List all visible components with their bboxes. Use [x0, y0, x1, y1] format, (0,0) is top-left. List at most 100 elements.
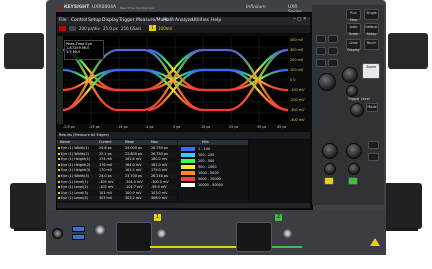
clear-display-button[interactable]: Clear Display	[346, 39, 361, 52]
menu-file[interactable]: File	[59, 18, 67, 23]
power-button-icon[interactable]	[52, 228, 63, 239]
ch1-bnc-icon[interactable]	[156, 228, 167, 239]
table-row[interactable]: Eye (1) Level(4) 303 mV 303.2 mV 306.0 mV	[57, 196, 177, 202]
menu-trigger[interactable]: Trigger	[119, 18, 135, 23]
usb-port-icon[interactable]	[72, 226, 85, 232]
y-axis-labels: 400 mV 300 mV 200 mV 100 mV 0 V -100 mV …	[289, 36, 310, 124]
row-marker-icon	[58, 175, 60, 177]
aux-bnc-connector[interactable]	[94, 224, 106, 236]
ch2-input-connector[interactable]	[236, 222, 272, 252]
ch1-input-connector[interactable]	[116, 222, 152, 252]
panel-button-d[interactable]	[328, 47, 338, 55]
results-header-row: Name Current Mean Max	[57, 140, 177, 145]
results-title[interactable]: Results (Measure All Edges)	[59, 133, 109, 137]
color-grade-header: Hits	[178, 140, 248, 145]
y-label: 100 mV	[290, 68, 304, 72]
panel-button-c[interactable]	[316, 47, 326, 55]
touch-button[interactable]: Touch	[364, 39, 379, 50]
ch2-bnc-icon[interactable]	[282, 228, 293, 239]
table-row[interactable]: Eye (1) Width(2) 25.1 ps 23.800 ps 26.750 p…	[57, 151, 177, 157]
panel-button-f[interactable]	[328, 59, 338, 67]
infiniium-logo: Infiniium	[246, 5, 266, 10]
trigger-level-label: Trigger Level	[348, 97, 370, 101]
color-grade-row: 500 - 1000	[178, 165, 248, 170]
row-marker-icon	[58, 147, 60, 149]
panel-button-b[interactable]	[328, 35, 338, 43]
table-cell: Eye (1) Level(3)	[61, 190, 88, 195]
color-grade-row: 200 - 500	[178, 159, 248, 164]
y-label: -200 mV	[290, 98, 305, 102]
single-button[interactable]: Single	[364, 9, 379, 20]
table-row[interactable]: Eye (1) Level(2) -102 mV -101.7 mV -99.0 mV	[57, 185, 177, 191]
table-cell: 23.800 ps	[125, 151, 142, 156]
left-handle	[4, 33, 44, 69]
toolbar: 200 ps/div 25.0 ps 256 GSa/s 1 100mV	[57, 25, 310, 33]
x-label: 35 ps	[257, 125, 267, 129]
color-swatch	[181, 183, 195, 187]
usb-port-icon[interactable]	[72, 234, 85, 240]
ch2-scale-knob[interactable]	[346, 143, 362, 159]
color-swatch	[181, 153, 195, 157]
default-setup-button[interactable]: Default Setup	[364, 23, 379, 36]
table-cell: -304.0 mV	[125, 179, 143, 184]
color-grade-label: 500 - 1000	[198, 165, 217, 169]
table-cell: Eye (1) Width(2)	[61, 151, 89, 156]
panel-button-e[interactable]	[316, 59, 326, 67]
run-stop-button[interactable]: Run Stop	[346, 9, 361, 22]
stop-indicator-icon[interactable]	[59, 26, 66, 31]
model-number: UXR0804A	[92, 5, 117, 10]
table-cell: 25.1 ps	[99, 151, 112, 156]
menu-utilities[interactable]: Utilities	[192, 18, 209, 23]
timebase-readout[interactable]: 200 ps/div	[79, 26, 100, 31]
table-cell: Eye (1) Width(3)	[61, 174, 89, 178]
zoom-label: Zoom	[366, 65, 376, 69]
eye-measurement-popup[interactable]: Peak-Time Eye 1.87259 MUI 1.7 MUI	[64, 40, 104, 60]
horizontal-position-knob[interactable]	[346, 85, 358, 97]
table-row[interactable]: Eye (1) Width(1) 24.6 ps 24.000 ps 26.750 p…	[57, 146, 177, 151]
status-bar	[57, 203, 310, 208]
ch2-offset-knob[interactable]	[348, 163, 360, 175]
table-row[interactable]: Eye (1) Width(3) 24.0 ps 23.700 ps 26.240 p…	[57, 174, 177, 179]
math-button[interactable]	[368, 141, 379, 149]
channel-1-scale[interactable]: 100mV	[158, 26, 172, 31]
ch2-button[interactable]	[348, 177, 358, 185]
keysight-logo-icon: ▲	[58, 5, 62, 11]
offset-readout[interactable]: 25.0 ps	[103, 26, 118, 31]
table-row[interactable]: Eye (1) Height(3) 170 mV 161.5 mV 179.0 mV	[57, 168, 177, 174]
color-grade-row: 10000 - 50000	[178, 183, 248, 188]
panel-button-a[interactable]	[316, 35, 326, 43]
horizontal-scale-knob[interactable]	[342, 67, 358, 83]
color-swatch	[181, 177, 195, 181]
auto-scale-button[interactable]: Auto Scale	[346, 23, 361, 36]
zoom-button[interactable]: Zoom	[362, 63, 380, 79]
menu-analyze[interactable]: Analyze	[175, 18, 193, 23]
table-cell: Eye (1) Height(3)	[61, 168, 91, 173]
ch1-button[interactable]	[324, 177, 334, 185]
eye-diagram-area[interactable]: Peak-Time Eye 1.87259 MUI 1.7 MUI	[62, 36, 289, 124]
table-cell: 181.0 mV	[151, 162, 168, 167]
ref-button[interactable]	[368, 153, 379, 161]
table-cell: 170 mV	[99, 168, 113, 173]
table-cell: 303 mV	[99, 196, 113, 201]
table-row[interactable]: Eye (1) Level(1) -305 mV -304.0 mV -300.0 m…	[57, 179, 177, 185]
trigger-mode-button[interactable]: Mode	[366, 103, 378, 112]
table-cell: 24.000 ps	[125, 146, 142, 150]
ch1-offset-knob[interactable]	[324, 163, 336, 175]
single-indicator-icon[interactable]	[69, 26, 76, 31]
menu-help[interactable]: Help	[211, 18, 221, 23]
menu-math[interactable]: Math	[163, 18, 174, 23]
empty-results-pane	[249, 140, 310, 203]
table-row[interactable]: Eye (1) Level(3) 101 mV 100.9 mV 103.0 mV	[57, 190, 177, 196]
table-row[interactable]: Eye (1) Height(1) 174 mV 162.6 mV 180.0 mV	[57, 157, 177, 163]
table-cell: -99.0 mV	[151, 185, 167, 190]
menu-setup[interactable]: Setup	[88, 18, 101, 23]
trigger-level-knob[interactable]	[350, 103, 364, 117]
sample-rate-readout[interactable]: 256 GSa/s	[121, 26, 141, 31]
channel-1-badge[interactable]: 1	[149, 25, 156, 31]
menu-display[interactable]: Display	[102, 18, 119, 23]
ch1-scale-knob[interactable]	[322, 143, 338, 159]
menu-control[interactable]: Control	[71, 18, 87, 23]
table-row[interactable]: Eye (1) Height(2) 176 mV 164.0 mV 181.0 mV	[57, 162, 177, 168]
entry-knob[interactable]	[318, 73, 336, 91]
window-controls-icon[interactable]: ─ □ ✕	[293, 17, 307, 22]
